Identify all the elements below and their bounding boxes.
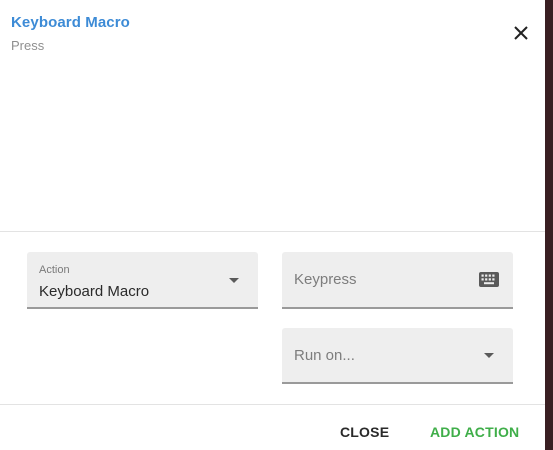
background-edge	[545, 0, 553, 450]
close-button[interactable]: CLOSE	[340, 424, 389, 440]
action-select[interactable]: Action Keyboard Macro	[27, 252, 258, 309]
page: Keyboard Macro Press Action Keyboard Mac…	[0, 0, 553, 450]
run-on-select[interactable]: Run on...	[282, 328, 513, 384]
action-value: Keyboard Macro	[39, 283, 150, 300]
dialog-body: Action Keyboard Macro Keypress Run on...	[0, 232, 545, 404]
chevron-down-icon	[484, 353, 494, 358]
dialog-subtitle: Press	[11, 38, 45, 53]
keypress-placeholder: Keypress	[294, 271, 357, 288]
keyboard-macro-dialog: Keyboard Macro Press Action Keyboard Mac…	[0, 0, 545, 450]
keypress-input[interactable]: Keypress	[282, 252, 513, 309]
chevron-down-icon	[229, 278, 239, 283]
dialog-title: Keyboard Macro	[11, 14, 130, 31]
run-on-placeholder: Run on...	[294, 347, 355, 364]
keyboard-icon[interactable]	[479, 272, 499, 287]
close-icon[interactable]	[510, 22, 532, 44]
action-label: Action	[39, 264, 70, 276]
add-action-button[interactable]: ADD ACTION	[430, 424, 519, 440]
dialog-footer: CLOSE ADD ACTION	[0, 404, 545, 450]
dialog-header: Keyboard Macro Press	[0, 0, 545, 232]
